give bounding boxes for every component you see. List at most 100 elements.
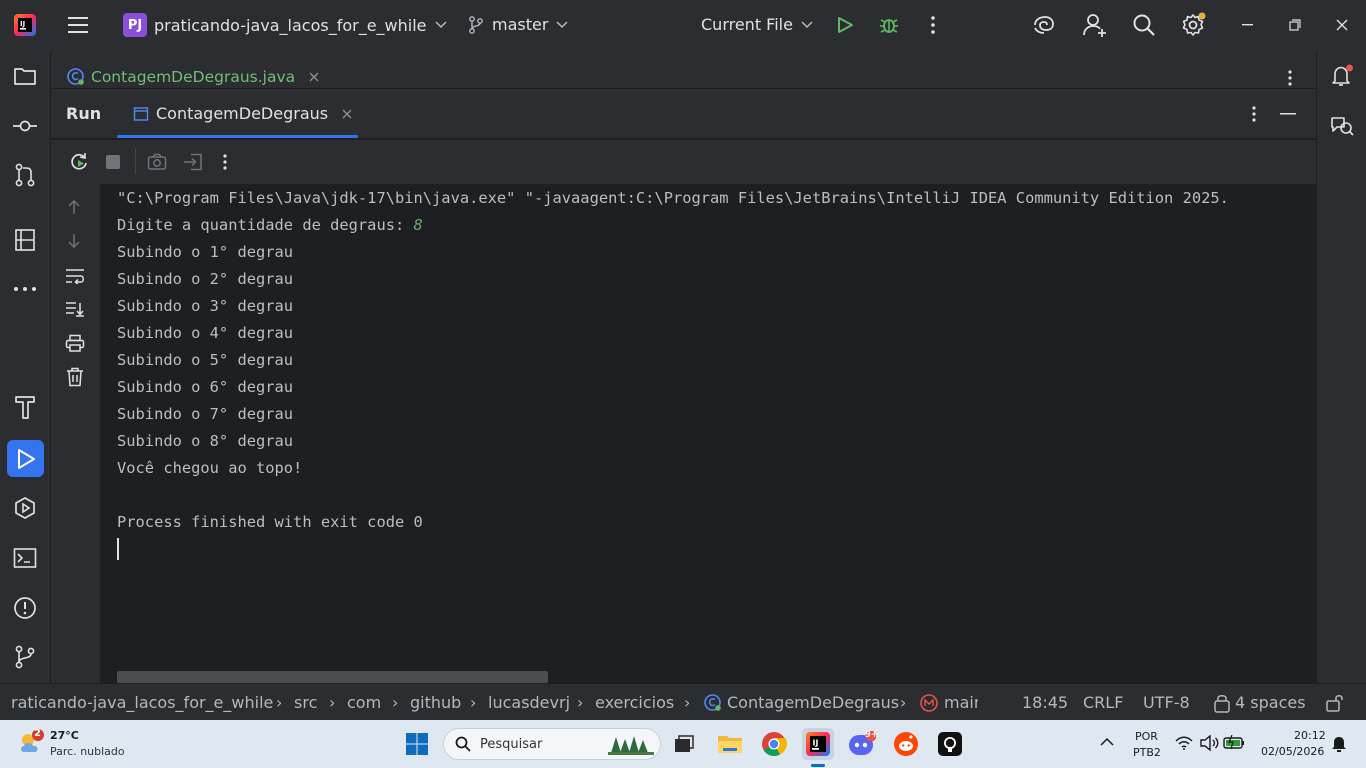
hide-panel-icon[interactable] xyxy=(1280,113,1298,115)
right-tool-window-bar xyxy=(1316,51,1366,683)
breadcrumb-class[interactable]: ContagemDeDegraus xyxy=(727,693,899,712)
search-placeholder: Pesquisar xyxy=(480,736,543,752)
intellij-taskbar-icon[interactable]: IJ xyxy=(802,728,834,760)
taskbar-search-box[interactable]: Pesquisar xyxy=(443,728,661,760)
run-config-selector[interactable]: Current File xyxy=(701,15,813,34)
editor-tab-file[interactable]: ContagemDeDegraus.java xyxy=(66,67,319,86)
breadcrumb-method[interactable]: main xyxy=(944,693,978,712)
run-tool-icon[interactable] xyxy=(7,440,44,477)
services-icon[interactable] xyxy=(9,492,41,524)
trash-icon[interactable] xyxy=(66,367,84,387)
maximize-icon[interactable] xyxy=(1289,19,1301,31)
search-icon[interactable] xyxy=(1132,13,1156,37)
breadcrumb-lucasdevrj[interactable]: lucasdevrj xyxy=(488,693,570,712)
project-folder-icon[interactable] xyxy=(9,60,41,92)
active-app-indicator xyxy=(811,764,825,767)
breadcrumb-exercicios[interactable]: exercicios xyxy=(595,693,674,712)
editor-more-icon[interactable] xyxy=(1287,69,1293,87)
intellij-logo-icon[interactable]: IJ xyxy=(14,14,36,36)
clock-date[interactable]: 02/05/2026 xyxy=(1261,745,1324,758)
svg-text:IJ: IJ xyxy=(813,739,819,748)
close-tab-icon[interactable] xyxy=(309,72,319,82)
console-line: Subindo o 5° degrau xyxy=(117,351,294,369)
build-hammer-icon[interactable] xyxy=(9,391,41,423)
horizontal-scrollbar[interactable] xyxy=(117,671,548,683)
print-icon[interactable] xyxy=(65,334,85,352)
stop-icon[interactable] xyxy=(105,154,121,170)
discord-icon[interactable]: 9+ xyxy=(846,728,878,760)
branch-selector[interactable]: master xyxy=(468,15,568,34)
close-window-icon[interactable] xyxy=(1336,19,1348,31)
console-prompt-line: Digite a quantidade de degraus: 8 xyxy=(117,212,423,239)
github-desktop-icon[interactable] xyxy=(934,728,966,760)
problems-icon[interactable] xyxy=(9,592,41,624)
minimize-icon[interactable] xyxy=(1242,24,1254,26)
console-output[interactable]: "C:\Program Files\Java\jdk-17\bin\java.e… xyxy=(100,184,1316,683)
run-tab[interactable]: ContagemDeDegraus xyxy=(133,104,352,123)
ai-chat-icon[interactable] xyxy=(1329,114,1355,138)
console-line: Você chegou ao topo! xyxy=(117,459,303,477)
toolbar-more-icon[interactable] xyxy=(222,153,228,171)
more-tools-icon[interactable] xyxy=(9,273,41,305)
notifications-bell-icon[interactable] xyxy=(1330,64,1354,88)
pull-requests-icon[interactable] xyxy=(9,159,41,191)
chevron-down-icon xyxy=(801,20,813,29)
line-ending[interactable]: CRLF xyxy=(1083,693,1123,712)
project-selector[interactable]: PJ praticando-java_lacos_for_e_while xyxy=(123,13,447,37)
show-hidden-icons-chevron[interactable] xyxy=(1100,737,1114,747)
caret-position[interactable]: 18:45 xyxy=(1022,693,1068,712)
weather-icon[interactable]: 2 xyxy=(16,728,46,757)
up-arrow-icon[interactable] xyxy=(67,199,81,215)
svg-text:IJ: IJ xyxy=(20,20,25,28)
editor-tab-bar: ContagemDeDegraus.java xyxy=(51,51,1316,89)
main-menu-icon[interactable] xyxy=(67,15,89,35)
console-exit-message: Process finished with exit code 0 xyxy=(117,513,423,531)
breadcrumb-project[interactable]: raticando-java_lacos_for_e_while xyxy=(11,693,273,712)
run-icon[interactable] xyxy=(836,16,854,34)
camera-icon[interactable] xyxy=(147,153,167,171)
project-name: praticando-java_lacos_for_e_while xyxy=(154,15,427,35)
more-options-icon[interactable] xyxy=(929,15,937,35)
weather-badge: 2 xyxy=(34,728,41,739)
status-bar: raticando-java_lacos_for_e_while › src ›… xyxy=(0,683,1366,720)
reddit-icon[interactable] xyxy=(890,728,922,760)
battery-charging-icon[interactable] xyxy=(1223,735,1245,749)
add-user-icon[interactable] xyxy=(1082,12,1108,38)
clock-time[interactable]: 20:12 xyxy=(1294,729,1326,742)
keyboard-layout[interactable]: PTB2 xyxy=(1133,746,1161,759)
close-tab-icon[interactable] xyxy=(342,109,352,119)
debug-icon[interactable] xyxy=(878,15,900,35)
file-encoding[interactable]: UTF-8 xyxy=(1143,693,1190,712)
chevron-right-icon: › xyxy=(900,693,907,712)
language-code[interactable]: POR xyxy=(1135,730,1158,743)
rerun-icon[interactable] xyxy=(69,152,89,172)
notification-center-icon[interactable] xyxy=(1331,735,1347,753)
git-icon[interactable] xyxy=(9,641,41,673)
run-panel-more-icon[interactable] xyxy=(1251,105,1257,123)
breadcrumb-com[interactable]: com xyxy=(347,693,381,712)
indent-setting[interactable]: 4 spaces xyxy=(1235,693,1306,712)
console-line: Subindo o 7° degrau xyxy=(117,405,294,423)
run-config-label: Current File xyxy=(701,15,793,34)
windows-start-icon[interactable] xyxy=(401,728,433,760)
ai-assistant-icon[interactable] xyxy=(1032,14,1056,36)
scroll-to-end-icon[interactable] xyxy=(65,301,85,317)
terminal-icon[interactable] xyxy=(9,542,41,574)
commit-icon[interactable] xyxy=(9,110,41,142)
settings-gear-icon[interactable] xyxy=(1181,12,1207,38)
volume-icon[interactable] xyxy=(1199,735,1219,751)
run-toolbar xyxy=(51,140,1316,184)
file-explorer-icon[interactable] xyxy=(714,728,746,760)
exit-icon[interactable] xyxy=(183,153,203,171)
soft-wrap-icon[interactable] xyxy=(65,268,85,284)
java-class-icon xyxy=(66,67,85,86)
task-view-icon[interactable] xyxy=(668,728,700,760)
read-only-lock-icon[interactable] xyxy=(1325,694,1345,712)
wifi-icon[interactable] xyxy=(1175,736,1193,750)
chrome-icon[interactable] xyxy=(758,728,790,760)
breadcrumb-github[interactable]: github xyxy=(410,693,461,712)
breadcrumb-src[interactable]: src xyxy=(294,693,317,712)
run-tab-label: ContagemDeDegraus xyxy=(156,104,329,123)
down-arrow-icon[interactable] xyxy=(67,233,81,249)
structure-icon[interactable] xyxy=(9,224,41,256)
